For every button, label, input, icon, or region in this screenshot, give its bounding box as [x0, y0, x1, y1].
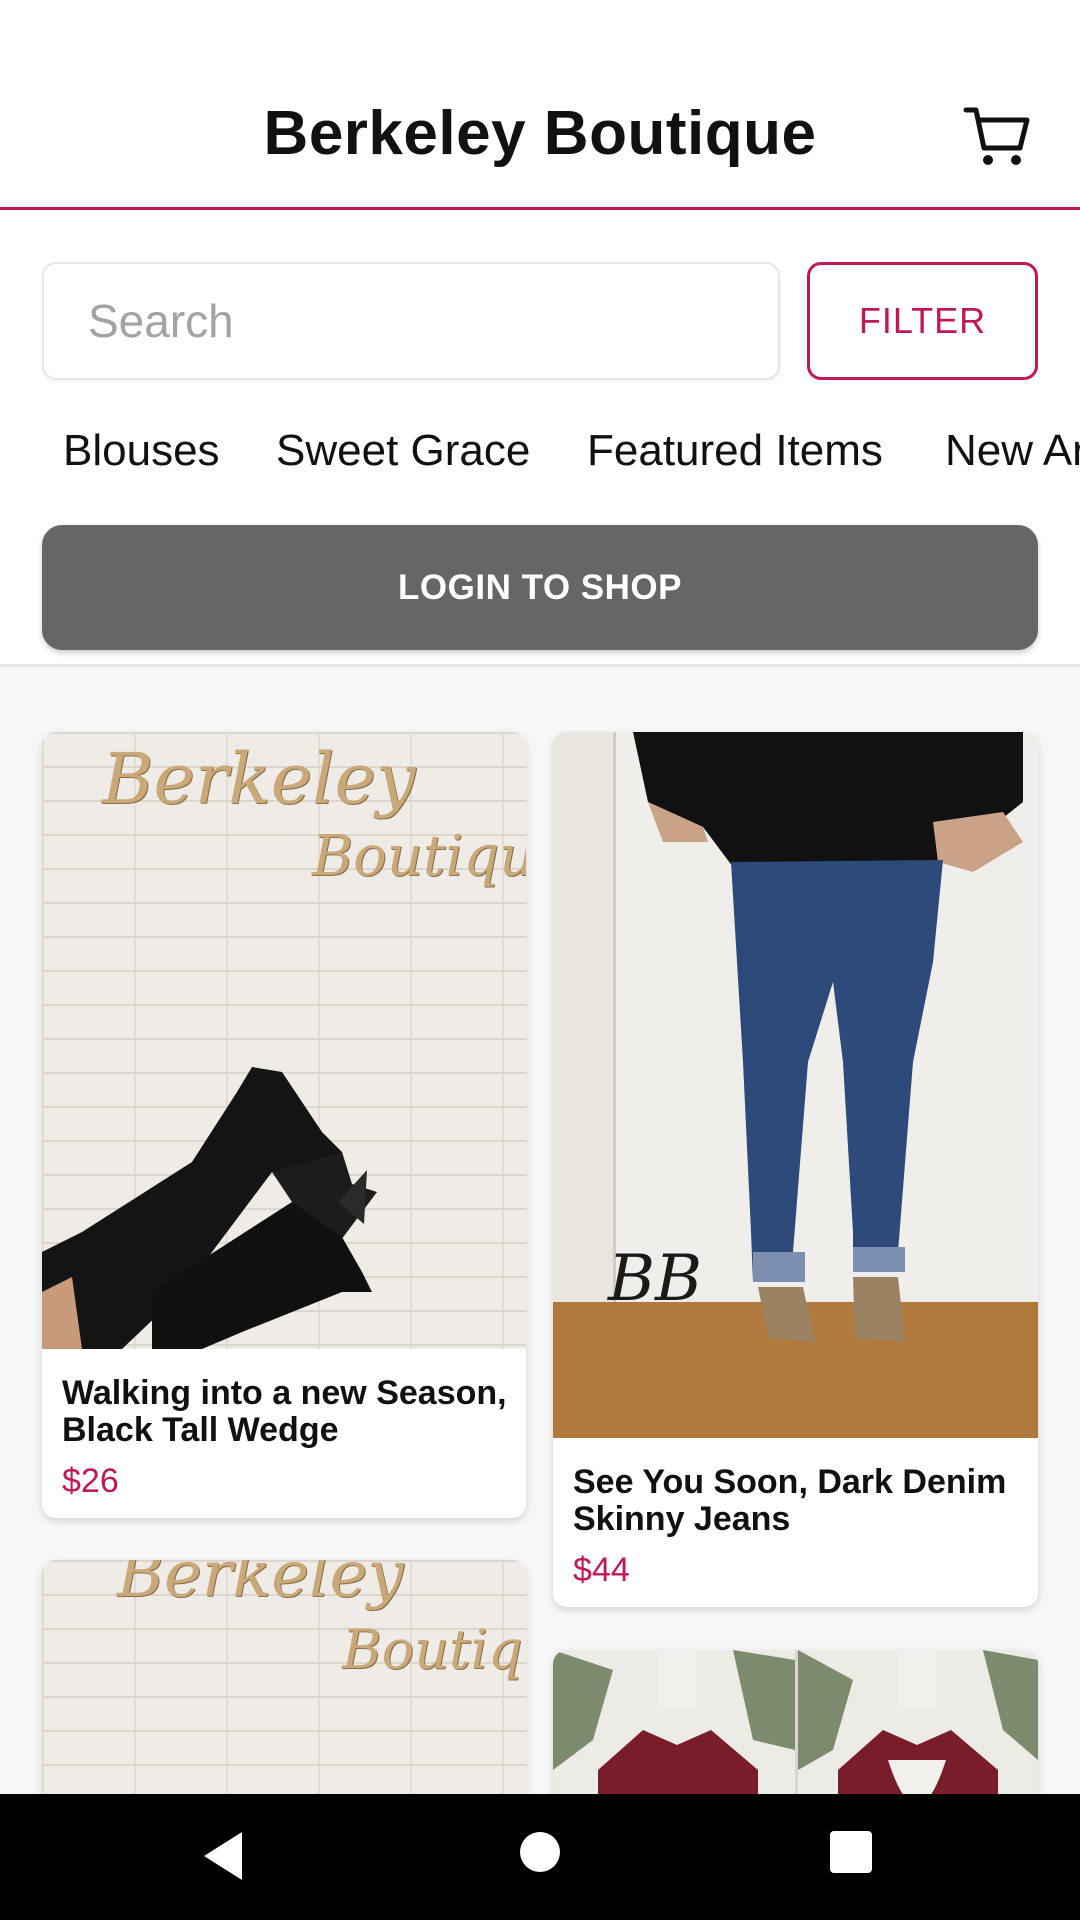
- home-icon[interactable]: [520, 1832, 560, 1872]
- brand-script-logo: Berkeley: [117, 1560, 404, 1612]
- category-tab[interactable]: New Ar: [945, 426, 1080, 476]
- recents-icon[interactable]: [830, 1831, 872, 1873]
- filter-button[interactable]: FILTER: [807, 262, 1038, 380]
- product-image: Berkeley Boutique: [42, 732, 526, 1349]
- category-tab[interactable]: Sweet Grace: [276, 426, 530, 476]
- search-field[interactable]: [42, 262, 780, 380]
- top-panel: Berkeley Boutique FILTER Blouses Sweet G…: [0, 0, 1080, 664]
- back-icon[interactable]: [204, 1832, 242, 1880]
- app-title: Berkeley Boutique: [263, 99, 817, 168]
- product-title: See You Soon, Dark Denim Skinny Jeans: [573, 1463, 1007, 1538]
- category-tab[interactable]: Blouses: [63, 426, 220, 476]
- product-card[interactable]: Berkeley Boutique Walking into a new Sea…: [42, 732, 526, 1518]
- product-image: BB: [553, 732, 1038, 1438]
- jeans-illustration: [633, 732, 1023, 1342]
- monogram-logo: BB: [608, 1242, 703, 1316]
- product-card[interactable]: BB See You Soon, Dark Denim Skinny Jeans…: [553, 732, 1038, 1607]
- category-tabs: Blouses Sweet Grace Featured Items New A…: [0, 420, 1080, 490]
- product-title: Walking into a new Season, Black Tall We…: [62, 1374, 507, 1449]
- brand-script-logo: Boutique: [342, 1618, 526, 1681]
- product-price: $44: [573, 1551, 630, 1589]
- divider: [0, 664, 1080, 667]
- cart-icon[interactable]: [962, 100, 1032, 170]
- boots-illustration: [42, 1067, 377, 1349]
- login-to-shop-button[interactable]: LOGIN TO SHOP: [42, 525, 1038, 650]
- category-tab[interactable]: Featured Items: [587, 426, 883, 476]
- system-nav-bar: [0, 1794, 1080, 1920]
- product-price: $26: [62, 1462, 119, 1500]
- app-bar: Berkeley Boutique: [0, 0, 1080, 210]
- search-input[interactable]: [44, 264, 778, 378]
